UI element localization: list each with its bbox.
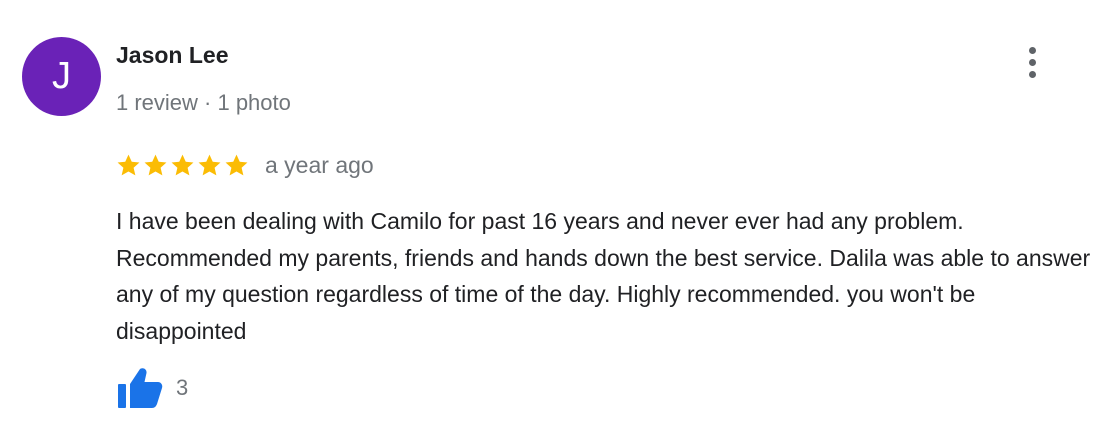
star-icon <box>198 154 221 175</box>
more-options-button[interactable] <box>1016 42 1048 82</box>
like-button[interactable]: 3 <box>116 366 188 410</box>
review-text: I have been dealing with Camilo for past… <box>116 208 1091 344</box>
star-icon <box>144 154 167 175</box>
star-icon <box>225 154 248 175</box>
thumbs-up-icon <box>118 368 163 408</box>
star-icon <box>117 154 140 175</box>
reviewer-name[interactable]: Jason Lee <box>116 42 229 69</box>
reviewer-meta: 1 review · 1 photo <box>116 90 291 115</box>
review-time: a year ago <box>265 151 374 178</box>
reviewer-avatar[interactable]: J <box>22 37 101 116</box>
like-count: 3 <box>176 375 189 400</box>
star-icon <box>171 154 194 175</box>
rating-row: a year ago <box>116 148 374 182</box>
avatar-initial: J <box>52 55 71 97</box>
star-rating <box>116 153 249 178</box>
more-vertical-icon <box>1028 46 1036 54</box>
